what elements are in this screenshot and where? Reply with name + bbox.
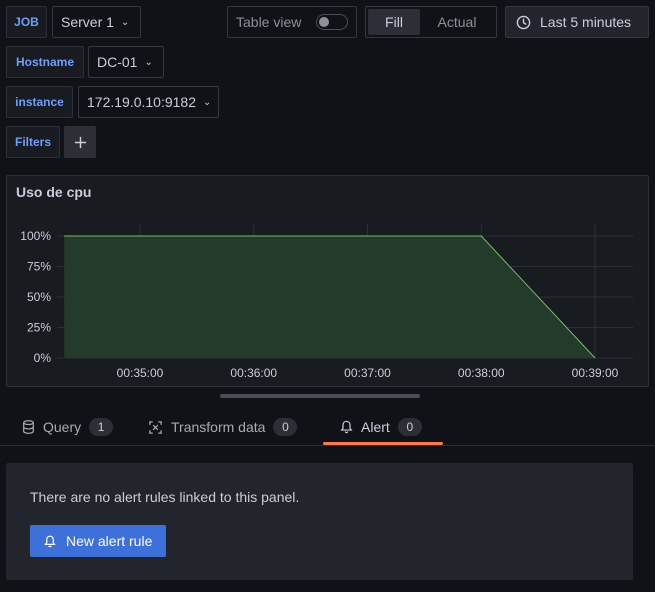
y-tick-label: 75% xyxy=(27,260,51,274)
cpu-chart: 100% 75% 50% 25% 0% 00:35:00 00:36:00 00:37:00 0… xyxy=(20,224,633,380)
fill-actual-radio-group: Fill Actual xyxy=(365,6,497,38)
tab-transform[interactable]: Transform data 0 xyxy=(148,409,298,445)
var-label-filters: Filters xyxy=(6,126,60,158)
job-select[interactable]: Server 1 ⌄ xyxy=(52,6,141,38)
fill-option[interactable]: Fill xyxy=(368,9,420,35)
new-alert-rule-button[interactable]: New alert rule xyxy=(30,525,167,557)
x-tick-label: 00:37:00 xyxy=(344,366,391,380)
instance-select[interactable]: 172.19.0.10:9182 ⌄ xyxy=(78,86,219,118)
hostname-select[interactable]: DC-01 ⌄ xyxy=(88,46,164,78)
x-tick-label: 00:36:00 xyxy=(230,366,277,380)
tab-alert-count: 0 xyxy=(397,418,422,436)
new-alert-rule-label: New alert rule xyxy=(66,533,153,549)
database-icon xyxy=(23,420,34,434)
alert-empty-state: There are no alert rules linked to this … xyxy=(6,463,633,580)
tabs-divider xyxy=(0,445,655,446)
tab-transform-label: Transform data xyxy=(171,419,266,435)
add-filter-button[interactable] xyxy=(64,126,96,158)
bell-icon xyxy=(340,420,353,434)
table-view-label: Table view xyxy=(236,14,302,30)
chevron-down-icon: ⌄ xyxy=(144,56,153,68)
bell-icon xyxy=(44,535,56,547)
x-tick-label: 00:35:00 xyxy=(117,366,164,380)
cpu-panel: Uso de cpu 100% 75% 50% 25% 0% 00:35:00 00:36:… xyxy=(6,175,649,387)
no-alert-rules-message: There are no alert rules linked to this … xyxy=(30,489,300,505)
tab-alert[interactable]: Alert 0 xyxy=(340,409,422,445)
table-view-switch[interactable] xyxy=(316,14,348,30)
table-view-toggle-group[interactable]: Table view xyxy=(227,6,357,38)
tab-alert-label: Alert xyxy=(361,419,390,435)
series-area xyxy=(64,236,595,358)
time-range-picker[interactable]: Last 5 minutes xyxy=(505,6,649,38)
tab-query-label: Query xyxy=(43,419,82,435)
switch-knob xyxy=(319,17,329,27)
transform-icon xyxy=(149,420,162,434)
tab-query-count: 1 xyxy=(89,418,114,436)
y-tick-label: 50% xyxy=(27,290,51,304)
x-tick-label: 00:39:00 xyxy=(572,366,619,380)
hostname-value: DC-01 xyxy=(97,54,138,70)
job-value: Server 1 xyxy=(61,14,114,30)
y-tick-label: 100% xyxy=(20,229,51,243)
plus-icon xyxy=(74,136,86,148)
y-tick-label: 25% xyxy=(27,321,51,335)
y-tick-label: 0% xyxy=(34,351,52,365)
chevron-down-icon: ⌄ xyxy=(120,16,130,28)
var-label-instance: instance xyxy=(6,86,73,118)
tab-query[interactable]: Query 1 xyxy=(22,409,114,445)
x-tick-label: 00:38:00 xyxy=(458,366,505,380)
splitter-handle[interactable] xyxy=(220,394,420,398)
instance-value: 172.19.0.10:9182 xyxy=(87,94,196,110)
var-label-job: JOB xyxy=(6,6,47,38)
var-label-hostname: Hostname xyxy=(6,46,84,78)
time-range-label: Last 5 minutes xyxy=(540,14,632,30)
actual-option[interactable]: Actual xyxy=(420,9,494,35)
chevron-down-icon: ⌄ xyxy=(203,96,212,108)
clock-icon xyxy=(516,15,531,29)
tab-transform-count: 0 xyxy=(273,418,298,436)
